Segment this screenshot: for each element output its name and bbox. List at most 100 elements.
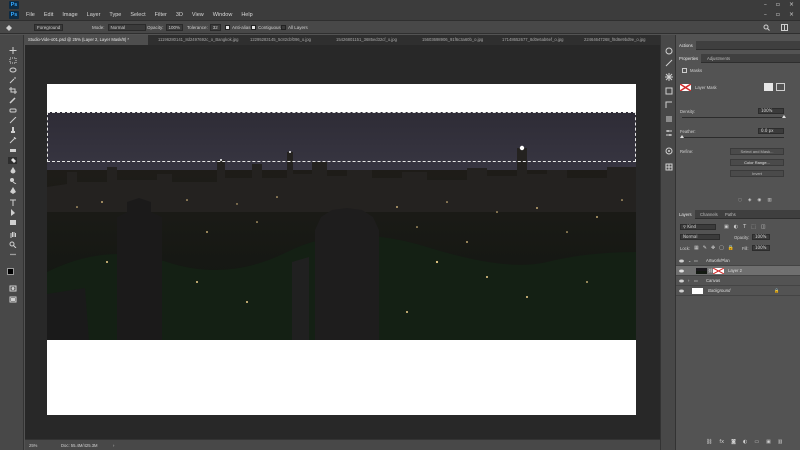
load-selection-icon[interactable]: ◌: [738, 198, 742, 203]
status-menu-icon[interactable]: ›: [113, 443, 114, 448]
history-brush-tool-icon[interactable]: [8, 137, 17, 144]
tab-document-4[interactable]: 15426801151_3685ed32cf_o.jpg: [332, 35, 412, 45]
lock-position-icon[interactable]: ✥: [711, 245, 715, 251]
search-icon[interactable]: [763, 24, 770, 31]
visibility-eye-icon[interactable]: [679, 289, 684, 293]
add-vector-mask-icon[interactable]: [776, 83, 785, 91]
density-field[interactable]: 100%: [758, 108, 784, 114]
dodge-tool-icon[interactable]: [8, 177, 17, 184]
fill-field[interactable]: 100%: [752, 245, 770, 251]
menu-edit[interactable]: Edit: [44, 12, 53, 18]
tab-document-active[interactable]: Studio-Vide-o01.psd @ 25% (Layer 2, Laye…: [24, 35, 148, 45]
menu-window[interactable]: Window: [213, 12, 233, 18]
history-icon[interactable]: [665, 47, 673, 55]
menu-image[interactable]: Image: [62, 12, 77, 18]
menu-file[interactable]: File: [26, 12, 35, 18]
layer-row-canvas[interactable]: › ▭ Canvas: [676, 276, 800, 286]
layer-row-artwork[interactable]: ⌄ ▭ Artwork/Plan: [676, 256, 800, 266]
lock-artboard-icon[interactable]: ▢: [719, 245, 724, 251]
lock-all-icon[interactable]: 🔒: [728, 245, 734, 251]
zoom-tool-icon[interactable]: [8, 241, 17, 248]
doc-restore-icon[interactable]: ▫: [776, 11, 780, 18]
feather-field[interactable]: 0.0 px: [758, 128, 784, 134]
fill-source-select[interactable]: Foreground: [34, 24, 64, 31]
feather-slider[interactable]: [682, 137, 784, 138]
quick-mask-icon[interactable]: [8, 285, 17, 292]
tab-document-5[interactable]: 15603698906_91f6c3a60b_o.jpg: [418, 35, 492, 45]
doc-minimize-icon[interactable]: –: [764, 11, 767, 18]
character-icon[interactable]: [665, 101, 673, 109]
blend-mode-select[interactable]: Normal: [680, 234, 720, 240]
brush-tool-icon[interactable]: [8, 117, 17, 124]
add-mask-icon[interactable]: ◙: [731, 439, 736, 445]
lock-image-icon[interactable]: ✎: [703, 245, 707, 251]
doc-size[interactable]: Doc: 55.4M/425.3M: [61, 443, 98, 448]
link-layers-icon[interactable]: ⛓: [706, 439, 712, 445]
invert-button[interactable]: Invert: [730, 170, 784, 177]
menu-view[interactable]: View: [192, 12, 204, 18]
group-chevron-icon[interactable]: ›: [688, 278, 689, 283]
color-range-button[interactable]: Color Range...: [730, 159, 784, 166]
tab-channels[interactable]: Channels: [697, 210, 721, 219]
tab-document-6[interactable]: 17148652677_8d0e6ab6ef_o.jpg: [498, 35, 574, 45]
swatches-icon[interactable]: [665, 163, 673, 171]
menu-help[interactable]: Help: [241, 12, 252, 18]
minimize-icon[interactable]: –: [764, 1, 767, 8]
blur-tool-icon[interactable]: [8, 167, 17, 174]
tab-document-7[interactable]: 22464647268_f8d6e9bd9e_o.jpg: [580, 35, 660, 45]
menu-select[interactable]: Select: [130, 12, 145, 18]
tab-adjustments[interactable]: Adjustments: [704, 54, 733, 63]
paint-bucket-tool-icon[interactable]: [4, 24, 14, 31]
filter-adjustment-icon[interactable]: ◐: [734, 224, 738, 230]
anti-alias-checkbox[interactable]: [225, 25, 230, 30]
restore-icon[interactable]: ▫: [776, 1, 780, 8]
tab-actions[interactable]: Actions: [676, 41, 696, 50]
mask-thumbnail[interactable]: [713, 268, 724, 274]
adjustments-icon[interactable]: [665, 129, 673, 137]
channels-icon[interactable]: [665, 147, 673, 155]
all-layers-checkbox[interactable]: [281, 25, 286, 30]
close-icon[interactable]: ×: [789, 1, 794, 8]
tolerance-field[interactable]: 32: [209, 24, 221, 31]
hand-tool-icon[interactable]: [8, 231, 17, 238]
lasso-tool-icon[interactable]: [8, 67, 17, 74]
properties-icon[interactable]: [665, 73, 673, 81]
paint-bucket-tool-icon[interactable]: [8, 157, 17, 164]
mode-select[interactable]: Normal: [107, 24, 146, 31]
new-layer-icon[interactable]: ▣: [766, 439, 771, 445]
eraser-tool-icon[interactable]: [8, 147, 17, 154]
eyedropper-tool-icon[interactable]: [8, 97, 17, 104]
lock-transparent-icon[interactable]: ▦: [694, 245, 699, 251]
zoom-level[interactable]: 25%: [29, 443, 37, 448]
select-and-mask-button[interactable]: Select and Mask...: [730, 148, 784, 155]
visibility-eye-icon[interactable]: [679, 279, 684, 283]
quick-select-tool-icon[interactable]: [8, 77, 17, 84]
doc-close-icon[interactable]: ×: [789, 11, 794, 18]
adjustment-layer-icon[interactable]: ◐: [743, 439, 747, 445]
layer-filter-kind[interactable]: ⚲ Kind: [680, 224, 716, 230]
layer-row-layer-2[interactable]: ⛓ Layer 2: [676, 266, 800, 276]
layer-mask-thumbnail[interactable]: [680, 84, 691, 91]
menu-layer[interactable]: Layer: [87, 12, 101, 18]
menu-filter[interactable]: Filter: [155, 12, 167, 18]
type-tool-icon[interactable]: [8, 199, 17, 206]
rectangle-tool-icon[interactable]: [8, 219, 17, 226]
layer-row-background[interactable]: Background 🔒: [676, 286, 800, 296]
opacity-field[interactable]: 100%: [165, 24, 184, 31]
brush-settings-icon[interactable]: [665, 59, 673, 67]
healing-brush-tool-icon[interactable]: [8, 107, 17, 114]
brush-presets-icon[interactable]: [665, 115, 673, 123]
delete-layer-icon[interactable]: ▥: [778, 439, 783, 445]
foreground-color-swatch[interactable]: [7, 268, 14, 275]
group-chevron-icon[interactable]: ⌄: [688, 258, 692, 263]
density-slider[interactable]: [682, 117, 784, 118]
toggle-mask-icon[interactable]: ◉: [757, 198, 761, 203]
layer-style-icon[interactable]: fx: [719, 439, 724, 445]
clone-stamp-tool-icon[interactable]: [8, 127, 17, 134]
screen-mode-icon[interactable]: [8, 296, 17, 303]
crop-tool-icon[interactable]: [8, 87, 17, 94]
path-selection-tool-icon[interactable]: [8, 209, 17, 216]
visibility-eye-icon[interactable]: [679, 269, 684, 273]
filter-pixel-icon[interactable]: ▣: [724, 224, 729, 230]
contiguous-checkbox[interactable]: [251, 25, 256, 30]
